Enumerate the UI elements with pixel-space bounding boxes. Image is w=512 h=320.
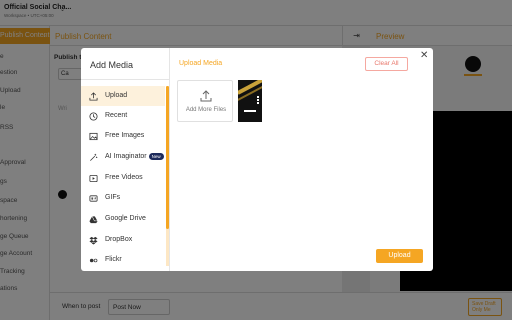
magic-wand-icon	[90, 153, 98, 161]
source-recent[interactable]: Recent	[81, 106, 165, 126]
source-gifs[interactable]: GIFs	[81, 188, 165, 208]
thumbnail-bar	[244, 110, 256, 112]
source-free-videos[interactable]: Free Videos	[81, 168, 165, 188]
source-label: Upload	[105, 92, 128, 99]
modal-title: Add Media	[90, 60, 134, 70]
upload-media-title: Upload Media	[179, 60, 223, 67]
new-badge: New	[148, 152, 164, 160]
video-icon	[89, 174, 98, 183]
source-dropbox[interactable]: DropBox	[81, 230, 165, 250]
upload-icon	[89, 92, 98, 101]
source-free-images[interactable]: Free Images	[81, 126, 165, 146]
source-label: Free Videos	[105, 174, 143, 181]
clear-all-button[interactable]: Clear All	[365, 57, 408, 71]
gif-icon	[89, 195, 98, 202]
upload-media-panel: Upload Media Clear All ✕ Add More Files …	[170, 48, 433, 271]
more-options-icon	[257, 96, 259, 104]
source-ai-imaginator[interactable]: AI Imaginator New	[81, 147, 165, 167]
source-label: DropBox	[105, 236, 133, 243]
close-icon[interactable]: ✕	[420, 50, 428, 61]
dropbox-icon	[89, 236, 98, 245]
source-upload[interactable]: Upload	[81, 86, 165, 106]
divider	[81, 79, 170, 80]
scrollbar-thumb[interactable]	[166, 86, 169, 229]
google-drive-icon	[89, 216, 98, 224]
upload-icon	[200, 90, 212, 102]
source-label: Google Drive	[105, 215, 146, 222]
image-icon	[89, 132, 98, 141]
upload-button[interactable]: Upload	[376, 249, 423, 263]
source-label: GIFs	[105, 194, 121, 201]
add-more-files-button[interactable]: Add More Files	[177, 80, 233, 122]
source-flickr[interactable]: Flickr	[81, 250, 165, 270]
media-source-panel: Add Media Upload Recent Free Images AI I…	[81, 48, 170, 271]
source-google-drive[interactable]: Google Drive	[81, 209, 165, 229]
flickr-icon	[89, 258, 98, 263]
history-icon	[89, 112, 98, 121]
add-more-files-label: Add More Files	[185, 107, 227, 113]
source-label: Flickr	[105, 256, 122, 263]
source-label: Free Images	[105, 132, 145, 139]
source-label: Recent	[105, 112, 128, 119]
add-media-modal: Add Media Upload Recent Free Images AI I…	[81, 48, 433, 271]
uploaded-video-thumbnail[interactable]	[238, 80, 262, 122]
source-label: AI Imaginator	[105, 153, 147, 160]
